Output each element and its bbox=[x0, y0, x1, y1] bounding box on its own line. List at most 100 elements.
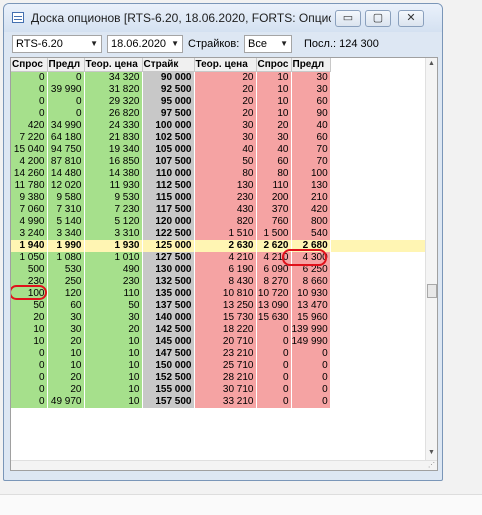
cell-call-theor[interactable]: 10 bbox=[84, 384, 143, 396]
cell-call-bid[interactable]: 0 bbox=[11, 71, 48, 84]
cell-strike[interactable]: 150 000 bbox=[142, 360, 195, 372]
cell-put-ask[interactable]: 30 bbox=[291, 71, 331, 84]
cell-call-theor[interactable]: 490 bbox=[84, 264, 143, 276]
cell-call-ask[interactable]: 0 bbox=[47, 108, 85, 120]
cell-put-theor[interactable]: 80 bbox=[194, 168, 257, 180]
cell-strike[interactable]: 130 000 bbox=[142, 264, 195, 276]
minimize-button[interactable]: ▭ bbox=[335, 10, 361, 27]
cell-call-bid[interactable]: 420 bbox=[11, 120, 48, 132]
cell-put-theor[interactable]: 10 810 bbox=[194, 288, 257, 300]
cell-put-ask[interactable]: 15 960 bbox=[291, 312, 331, 324]
cell-strike[interactable]: 142 500 bbox=[142, 324, 195, 336]
cell-call-theor[interactable]: 230 bbox=[84, 276, 143, 288]
table-row[interactable]: 0 20 10 155 000 30 710 0 0 bbox=[11, 384, 427, 396]
cell-strike[interactable]: 140 000 bbox=[142, 312, 195, 324]
cell-put-ask[interactable]: 149 990 bbox=[291, 336, 331, 348]
cell-call-ask[interactable]: 1 080 bbox=[47, 252, 85, 264]
cell-call-theor[interactable]: 30 bbox=[84, 312, 143, 324]
cell-put-bid[interactable]: 60 bbox=[256, 156, 292, 168]
cell-put-theor[interactable]: 20 710 bbox=[194, 336, 257, 348]
table-row[interactable]: 50 60 50 137 500 13 250 13 090 13 470 bbox=[11, 300, 427, 312]
table-row[interactable]: 0 20 10 152 500 28 210 0 0 bbox=[11, 372, 427, 384]
table-row[interactable]: 10 30 20 142 500 18 220 0 139 990 bbox=[11, 324, 427, 336]
scroll-down-icon[interactable]: ▼ bbox=[428, 449, 435, 456]
cell-put-theor[interactable]: 15 730 bbox=[194, 312, 257, 324]
cell-put-theor[interactable]: 8 430 bbox=[194, 276, 257, 288]
cell-put-bid[interactable]: 30 bbox=[256, 132, 292, 144]
scroll-up-icon[interactable]: ▲ bbox=[428, 60, 435, 67]
cell-put-ask[interactable]: 70 bbox=[291, 156, 331, 168]
cell-put-bid[interactable]: 10 bbox=[256, 84, 292, 96]
cell-call-theor[interactable]: 10 bbox=[84, 348, 143, 360]
cell-strike[interactable]: 147 500 bbox=[142, 348, 195, 360]
cell-put-bid[interactable]: 20 bbox=[256, 120, 292, 132]
cell-put-theor[interactable]: 30 710 bbox=[194, 384, 257, 396]
cell-put-ask[interactable]: 130 bbox=[291, 180, 331, 192]
cell-strike[interactable]: 125 000 bbox=[142, 240, 195, 252]
cell-call-bid[interactable]: 0 bbox=[11, 372, 48, 384]
cell-call-ask[interactable]: 0 bbox=[47, 96, 85, 108]
cell-put-ask[interactable]: 0 bbox=[291, 372, 331, 384]
cell-call-theor[interactable]: 10 bbox=[84, 336, 143, 348]
table-row[interactable]: 14 260 14 480 14 380 110 000 80 80 100 bbox=[11, 168, 427, 180]
cell-strike[interactable]: 92 500 bbox=[142, 84, 195, 96]
resize-grip-icon[interactable]: ⋰ bbox=[428, 461, 435, 469]
expiry-select[interactable]: 18.06.2020 ▼ bbox=[107, 35, 183, 53]
table-row[interactable]: 7 060 7 310 7 230 117 500 430 370 420 bbox=[11, 204, 427, 216]
cell-call-theor[interactable]: 7 230 bbox=[84, 204, 143, 216]
cell-call-bid[interactable]: 20 bbox=[11, 312, 48, 324]
vertical-scrollbar[interactable]: ▲ ▼ bbox=[425, 58, 437, 470]
cell-call-ask[interactable]: 7 310 bbox=[47, 204, 85, 216]
cell-put-bid[interactable]: 0 bbox=[256, 372, 292, 384]
cell-call-bid[interactable]: 500 bbox=[11, 264, 48, 276]
cell-strike[interactable]: 135 000 bbox=[142, 288, 195, 300]
cell-put-theor[interactable]: 40 bbox=[194, 144, 257, 156]
cell-strike[interactable]: 110 000 bbox=[142, 168, 195, 180]
cell-call-theor[interactable]: 110 bbox=[84, 288, 143, 300]
cell-call-ask[interactable]: 64 180 bbox=[47, 132, 85, 144]
cell-put-ask[interactable]: 40 bbox=[291, 120, 331, 132]
cell-call-ask[interactable]: 530 bbox=[47, 264, 85, 276]
cell-put-theor[interactable]: 30 bbox=[194, 132, 257, 144]
cell-put-theor[interactable]: 20 bbox=[194, 71, 257, 84]
cell-put-theor[interactable]: 20 bbox=[194, 96, 257, 108]
col-header-call-ask[interactable]: Предл bbox=[47, 58, 85, 72]
cell-call-bid[interactable]: 4 200 bbox=[11, 156, 48, 168]
cell-call-bid[interactable]: 11 780 bbox=[11, 180, 48, 192]
cell-call-theor[interactable]: 1 010 bbox=[84, 252, 143, 264]
cell-put-ask[interactable]: 70 bbox=[291, 144, 331, 156]
table-row[interactable]: 4 990 5 140 5 120 120 000 820 760 800 bbox=[11, 216, 427, 228]
cell-put-ask[interactable]: 100 bbox=[291, 168, 331, 180]
table-row[interactable]: 100 120 110 135 000 10 810 10 720 10 930 bbox=[11, 288, 427, 300]
table-row[interactable]: 11 780 12 020 11 930 112 500 130 110 130 bbox=[11, 180, 427, 192]
cell-put-ask[interactable]: 139 990 bbox=[291, 324, 331, 336]
cell-put-theor[interactable]: 33 210 bbox=[194, 396, 257, 408]
table-row[interactable]: 500 530 490 130 000 6 190 6 090 6 250 bbox=[11, 264, 427, 276]
cell-call-ask[interactable]: 94 750 bbox=[47, 144, 85, 156]
cell-put-theor[interactable]: 6 190 bbox=[194, 264, 257, 276]
cell-call-ask[interactable]: 9 580 bbox=[47, 192, 85, 204]
cell-strike[interactable]: 157 500 bbox=[142, 396, 195, 408]
cell-call-theor[interactable]: 5 120 bbox=[84, 216, 143, 228]
maximize-button[interactable]: ▢ bbox=[365, 10, 391, 27]
table-row[interactable]: 0 0 29 320 95 000 20 10 60 bbox=[11, 96, 427, 108]
cell-call-ask[interactable]: 250 bbox=[47, 276, 85, 288]
cell-strike[interactable]: 107 500 bbox=[142, 156, 195, 168]
cell-put-ask[interactable]: 0 bbox=[291, 348, 331, 360]
cell-strike[interactable]: 97 500 bbox=[142, 108, 195, 120]
cell-call-bid[interactable]: 0 bbox=[11, 348, 48, 360]
cell-strike[interactable]: 122 500 bbox=[142, 228, 195, 240]
cell-call-theor[interactable]: 20 bbox=[84, 324, 143, 336]
col-header-call-bid[interactable]: Спрос bbox=[11, 58, 48, 72]
cell-strike[interactable]: 90 000 bbox=[142, 71, 195, 84]
cell-call-bid[interactable]: 0 bbox=[11, 360, 48, 372]
cell-call-bid[interactable]: 0 bbox=[11, 384, 48, 396]
cell-put-bid[interactable]: 0 bbox=[256, 360, 292, 372]
cell-put-bid[interactable]: 10 720 bbox=[256, 288, 292, 300]
cell-put-ask[interactable]: 0 bbox=[291, 384, 331, 396]
cell-call-ask[interactable]: 20 bbox=[47, 372, 85, 384]
cell-put-theor[interactable]: 30 bbox=[194, 120, 257, 132]
col-header-put-ask[interactable]: Предл bbox=[291, 58, 331, 72]
cell-put-theor[interactable]: 25 710 bbox=[194, 360, 257, 372]
cell-call-theor[interactable]: 29 320 bbox=[84, 96, 143, 108]
